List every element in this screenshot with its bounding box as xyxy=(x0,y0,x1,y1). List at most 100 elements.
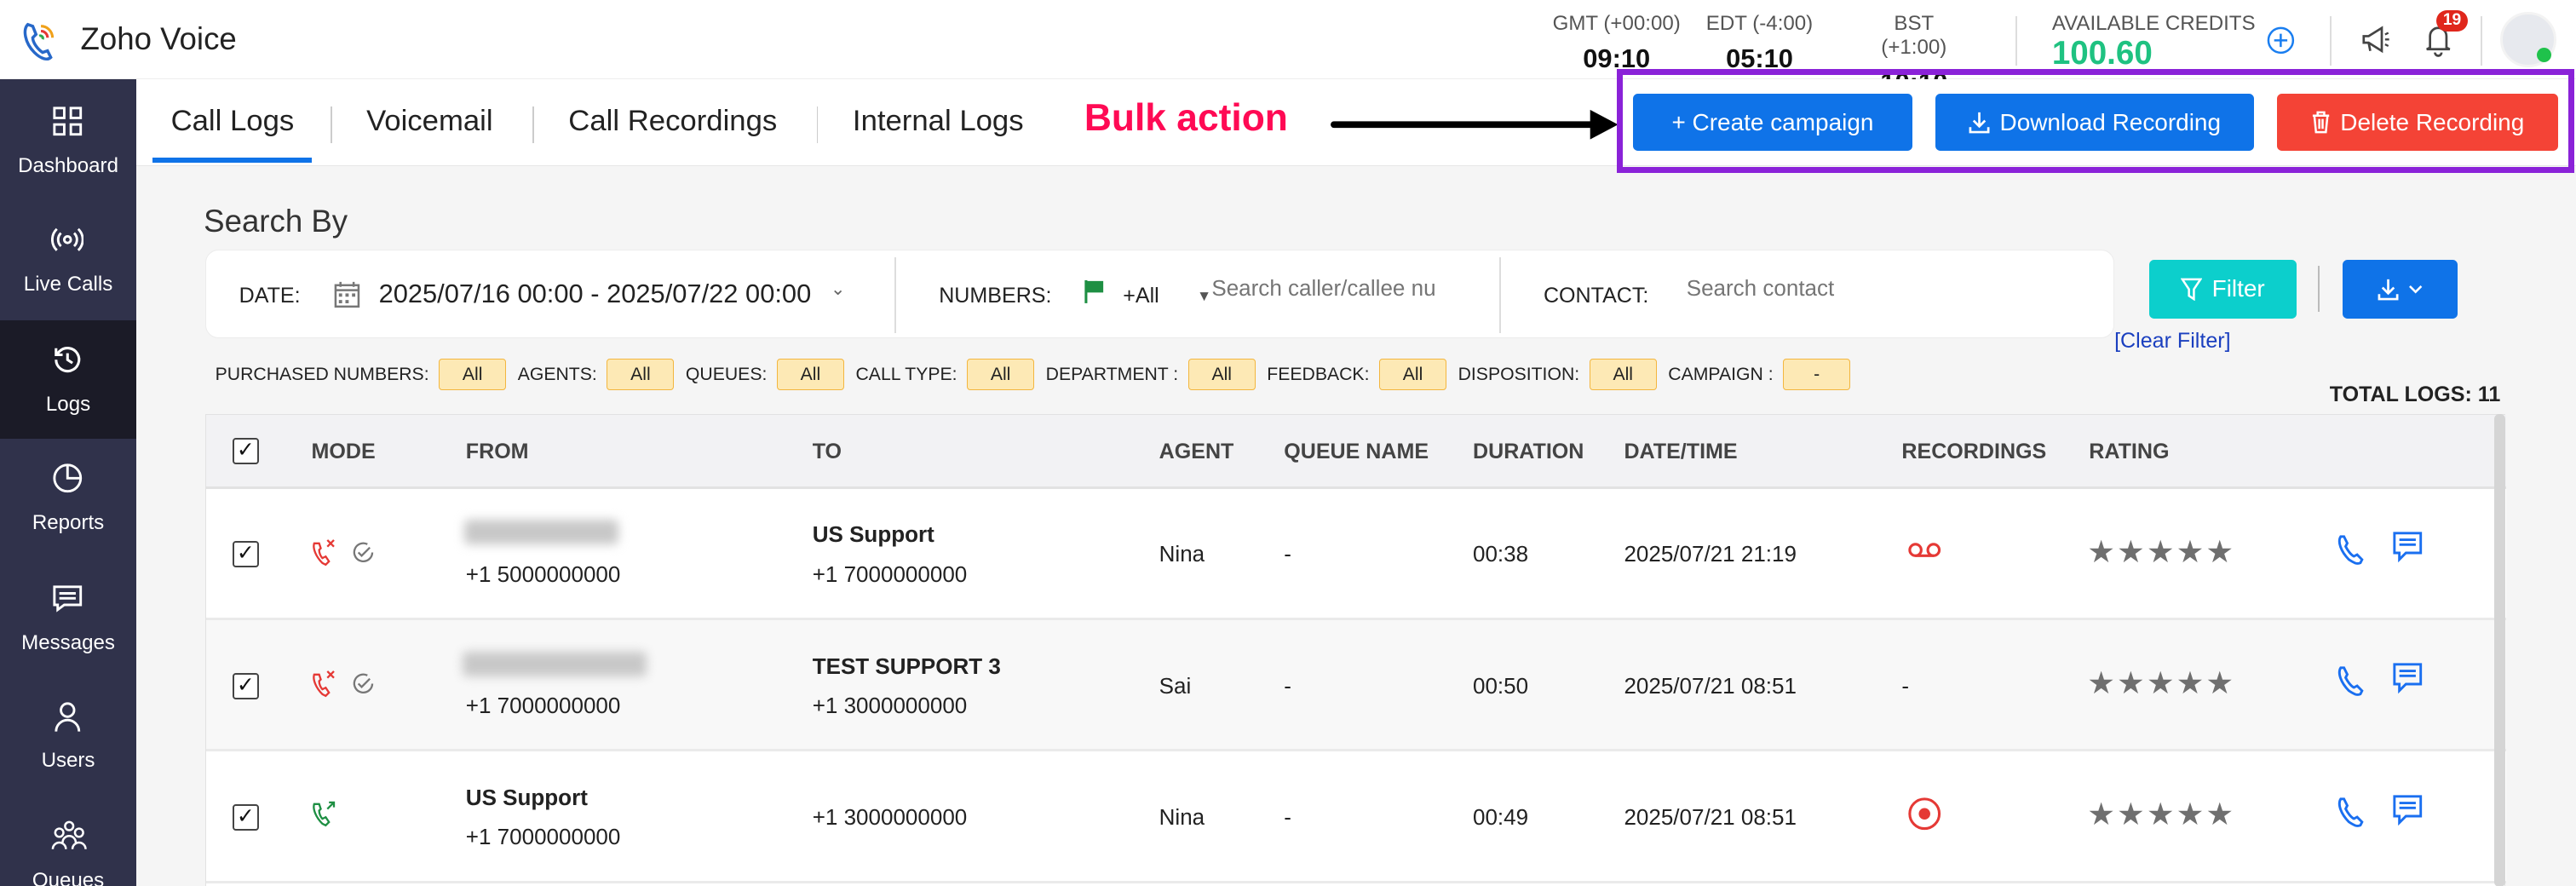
rating-stars[interactable]: ★★★★★ xyxy=(2087,796,2235,832)
table-scrollbar[interactable] xyxy=(2493,414,2506,886)
chip-department[interactable]: All xyxy=(1187,359,1256,391)
chip-label: FEEDBACK: xyxy=(1267,364,1370,384)
clear-filter-link[interactable]: [Clear Filter] xyxy=(2114,329,2230,354)
chip-disposition[interactable]: All xyxy=(1589,359,1657,391)
filter-button[interactable]: Filter xyxy=(2148,259,2297,319)
tab-internal-logs[interactable]: Internal Logs xyxy=(853,105,1024,138)
divider xyxy=(2481,16,2483,66)
caret-down-icon[interactable]: ▼ xyxy=(1197,287,1211,305)
chip-feedback[interactable]: All xyxy=(1379,359,1447,391)
chip-call-type[interactable]: All xyxy=(967,359,1035,391)
tab-call-recordings[interactable]: Call Recordings xyxy=(568,105,777,138)
timezone-gmt: GMT (+00:00) 09:10 xyxy=(1544,12,1689,75)
column-header-recordings: RECORDINGS xyxy=(1901,439,2047,463)
from-name: US Support xyxy=(465,784,588,810)
tab-voicemail[interactable]: Voicemail xyxy=(366,105,493,138)
export-dropdown-button[interactable] xyxy=(2343,259,2458,319)
chip-queues[interactable]: All xyxy=(776,359,844,391)
active-tab-indicator xyxy=(152,158,313,163)
rating-stars[interactable]: ★★★★★ xyxy=(2087,533,2235,570)
row-checkbox[interactable]: ✓ xyxy=(232,672,259,699)
divider xyxy=(816,106,819,143)
chip-label: AGENTS: xyxy=(517,364,597,384)
delete-recording-button[interactable]: Delete Recording xyxy=(2277,93,2558,152)
column-header-queue-name: QUEUE NAME xyxy=(1284,439,1429,463)
call-icon[interactable] xyxy=(2336,533,2366,567)
from-number: +1 7000000000 xyxy=(465,824,621,850)
duration: 00:38 xyxy=(1473,541,1529,567)
column-header-agent: AGENT xyxy=(1159,439,1234,463)
sidebar-item-queues[interactable]: Queues xyxy=(0,797,136,886)
divider xyxy=(532,106,534,143)
megaphone-icon[interactable] xyxy=(2359,23,2392,56)
top-bar: Zoho Voice GMT (+00:00) 09:10 EDT (-4:00)… xyxy=(0,0,2576,97)
recording-play-icon[interactable] xyxy=(1906,796,1942,831)
date-range-picker[interactable]: 2025/07/16 00:00 - 2025/07/22 00:00 xyxy=(379,279,812,309)
missed-call-icon xyxy=(313,538,336,566)
timezone-label: EDT (-4:00) xyxy=(1705,11,1814,35)
row-checkbox[interactable]: ✓ xyxy=(232,541,259,568)
app-title: Zoho Voice xyxy=(80,21,237,57)
to-number: +1 3000000000 xyxy=(812,804,968,831)
funnel-icon xyxy=(2181,278,2203,301)
sms-icon[interactable] xyxy=(2391,530,2424,563)
timezone-label: BST (+1:00) xyxy=(1881,11,1947,59)
call-icon[interactable] xyxy=(2336,664,2366,698)
chip-label: DEPARTMENT : xyxy=(1045,364,1179,384)
sidebar-item-label: Reports xyxy=(32,510,105,534)
sidebar-item-messages[interactable]: Messages xyxy=(0,559,136,677)
chip-campaign[interactable]: - xyxy=(1783,359,1851,391)
divider xyxy=(330,106,332,143)
sidebar-item-dashboard[interactable]: Dashboard xyxy=(0,82,136,200)
chip-label: CALL TYPE: xyxy=(855,364,957,384)
contact-label: CONTACT: xyxy=(1543,283,1649,308)
arrow-icon xyxy=(1331,110,1619,140)
numbers-label: NUMBERS: xyxy=(939,283,1052,308)
chip-label: PURCHASED NUMBERS: xyxy=(215,364,429,384)
check-circle-icon xyxy=(353,673,373,693)
datetime: 2025/07/21 08:51 xyxy=(1624,804,1797,831)
call-logs-table: ✓ MODE FROM TO AGENT QUEUE NAME DURATION… xyxy=(205,414,2507,886)
select-all-checkbox[interactable]: ✓ xyxy=(232,438,259,464)
sidebar-item-logs[interactable]: Logs xyxy=(0,320,137,439)
sidebar-item-label: Messages xyxy=(21,630,115,654)
numbers-selector[interactable]: +All xyxy=(1123,284,1159,308)
sidebar-item-live-calls[interactable]: Live Calls xyxy=(0,200,136,319)
trash-icon xyxy=(2312,111,2329,134)
chevron-down-icon[interactable]: ⌄ xyxy=(831,279,846,300)
contact-search-input[interactable] xyxy=(1686,275,2015,302)
search-filter-card: DATE: 2025/07/16 00:00 - 2025/07/22 00:0… xyxy=(205,250,2115,339)
sms-icon[interactable] xyxy=(2391,661,2424,694)
column-header-datetime: DATE/TIME xyxy=(1624,439,1738,463)
timezone-label: GMT (+00:00) xyxy=(1552,11,1681,35)
queues-icon xyxy=(51,820,87,850)
divider xyxy=(2318,266,2320,313)
call-icon[interactable] xyxy=(2336,796,2366,829)
add-credits-icon[interactable] xyxy=(2267,26,2295,55)
rating-stars[interactable]: ★★★★★ xyxy=(2087,664,2235,701)
chip-agents[interactable]: All xyxy=(607,359,675,391)
tab-call-logs[interactable]: Call Logs xyxy=(171,105,295,138)
table-row[interactable]: ✓ US Support +1 7000000000 +1 3000000000… xyxy=(206,751,2507,883)
row-checkbox[interactable]: ✓ xyxy=(232,804,259,831)
credits-value: 100.60 xyxy=(2051,34,2153,72)
user-icon xyxy=(55,701,81,732)
sidebar-item-reports[interactable]: Reports xyxy=(0,439,136,557)
sidebar-item-label: Queues xyxy=(32,869,105,886)
button-label: Delete Recording xyxy=(2340,108,2525,135)
table-row[interactable]: ✓ +1 5000000000 US Support +1 7000000000… xyxy=(206,488,2507,621)
caller-search-input[interactable] xyxy=(1211,275,1475,302)
chip-purchased-numbers[interactable]: All xyxy=(439,359,507,391)
datetime: 2025/07/21 08:51 xyxy=(1624,672,1797,699)
sidebar-item-label: Dashboard xyxy=(18,154,118,178)
calendar-icon xyxy=(335,281,360,308)
download-recording-button[interactable]: Download Recording xyxy=(1935,93,2255,152)
create-campaign-button[interactable]: + Create campaign xyxy=(1633,93,1912,152)
sidebar-item-users[interactable]: Users xyxy=(0,677,136,796)
voicemail-icon[interactable] xyxy=(1906,540,1942,560)
divider xyxy=(894,256,897,333)
sms-icon[interactable] xyxy=(2391,793,2424,826)
to-number: +1 7000000000 xyxy=(812,561,968,587)
table-row[interactable]: ✓ +1 7000000000 TEST SUPPORT 3 +1 300000… xyxy=(206,620,2507,752)
notification-badge: 19 xyxy=(2436,9,2468,32)
